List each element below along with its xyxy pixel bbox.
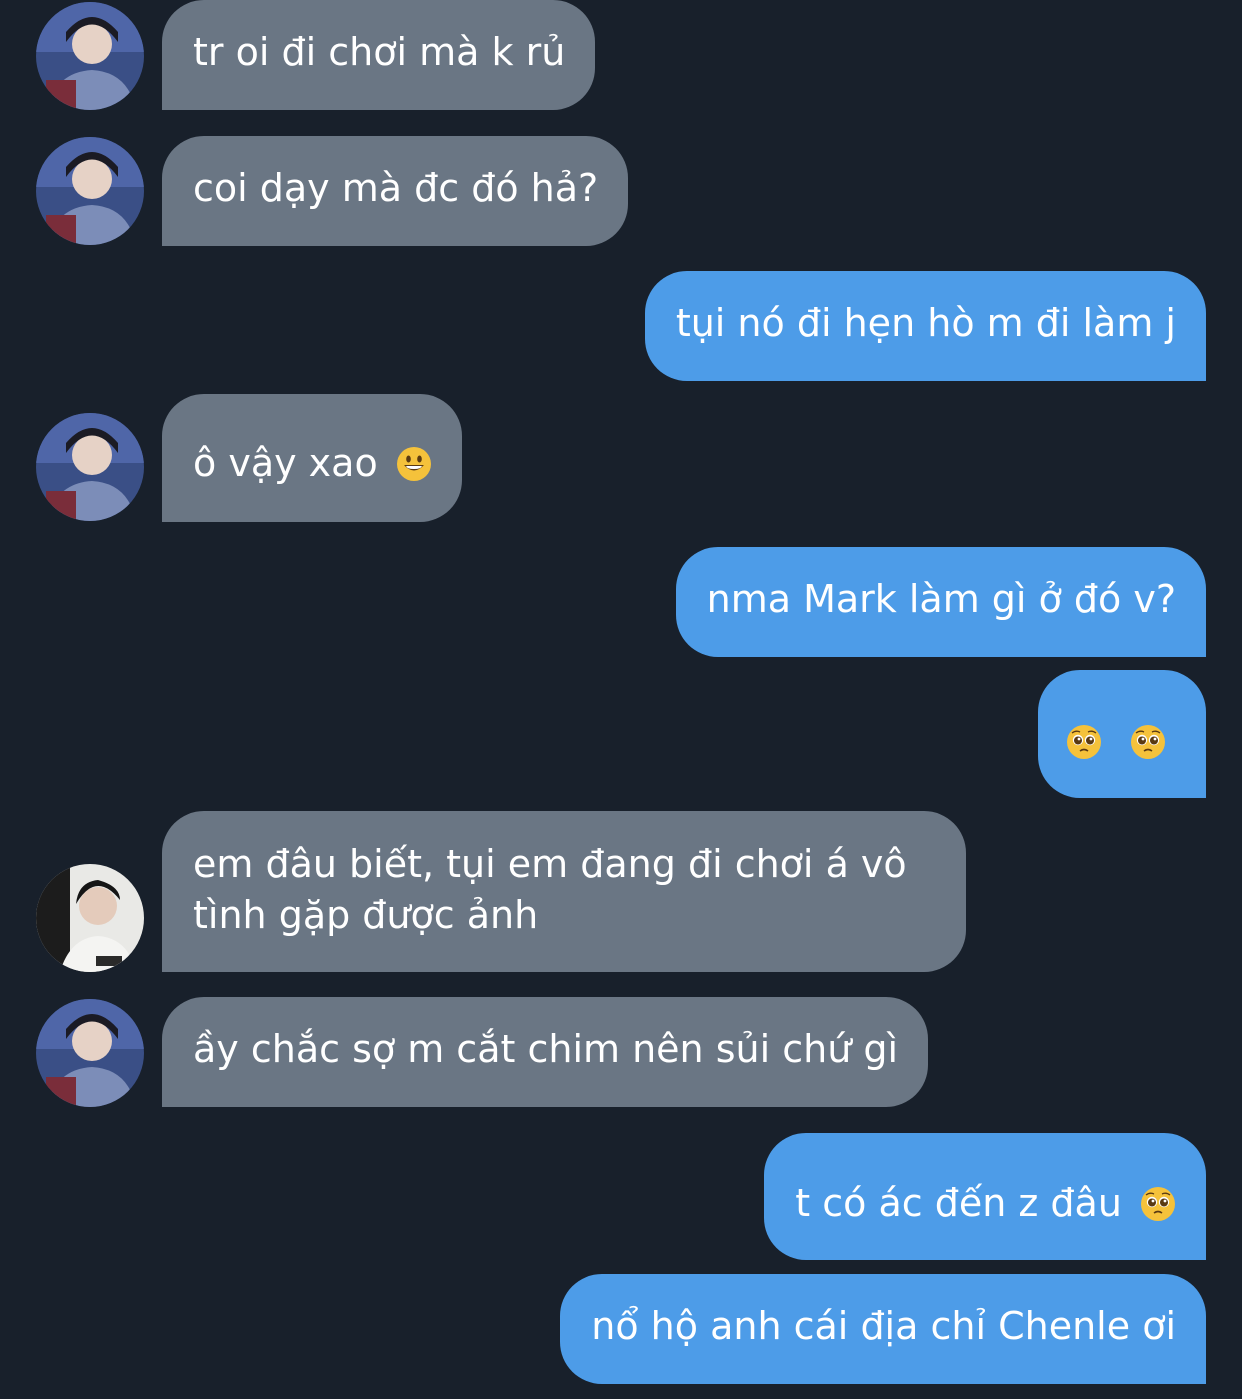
avatar-photo (36, 2, 144, 110)
message-bubble-incoming[interactable]: coi dạy mà đc đó hả? (162, 136, 629, 246)
avatar-contact[interactable] (36, 413, 144, 521)
message-bubble-outgoing[interactable]: nổ hộ anh cái địa chỉ Chenle ơi (560, 1274, 1206, 1384)
avatar-contact[interactable] (36, 2, 144, 110)
message-text: nổ hộ anh cái địa chỉ Chenle ơi (591, 1304, 1176, 1348)
pleading-face-emoji (1066, 724, 1102, 760)
message-text: em đâu biết, tụi em đang đi chơi á vô tì… (193, 842, 907, 937)
avatar-photo (36, 413, 144, 521)
message-bubble-incoming[interactable]: ầy chắc sợ m cắt chim nên sủi chứ gì (162, 997, 929, 1107)
avatar-contact-2[interactable] (36, 864, 144, 972)
message-text: tụi nó đi hẹn hò m đi làm j (675, 301, 1176, 345)
message-bubble-incoming[interactable]: ô vậy xao (162, 394, 462, 522)
avatar-photo (36, 137, 144, 245)
message-bubble-outgoing[interactable]: nma Mark làm gì ở đó v? (675, 547, 1206, 657)
message-bubble-outgoing[interactable]: t có ác đến z đâu (764, 1133, 1206, 1260)
pleading-face-emoji (1130, 724, 1166, 760)
message-bubble-incoming[interactable]: tr oi đi chơi mà k rủ (162, 0, 596, 110)
avatar-photo (36, 999, 144, 1107)
grinning-face-emoji (396, 446, 432, 482)
message-text: ầy chắc sợ m cắt chim nên sủi chứ gì (193, 1027, 899, 1071)
message-text: t có ác đến z đâu (795, 1181, 1122, 1225)
avatar-contact[interactable] (36, 137, 144, 245)
message-text: ô vậy xao (193, 441, 378, 485)
message-text: tr oi đi chơi mà k rủ (193, 30, 566, 74)
message-bubble-incoming[interactable]: em đâu biết, tụi em đang đi chơi á vô tì… (162, 811, 966, 972)
message-bubble-outgoing[interactable] (1037, 670, 1206, 798)
message-text: nma Mark làm gì ở đó v? (706, 577, 1176, 621)
pleading-face-emoji (1140, 1186, 1176, 1222)
message-bubble-outgoing[interactable]: tụi nó đi hẹn hò m đi làm j (644, 271, 1206, 381)
avatar-contact[interactable] (36, 999, 144, 1107)
avatar-photo (36, 864, 144, 972)
message-text: coi dạy mà đc đó hả? (193, 166, 599, 210)
